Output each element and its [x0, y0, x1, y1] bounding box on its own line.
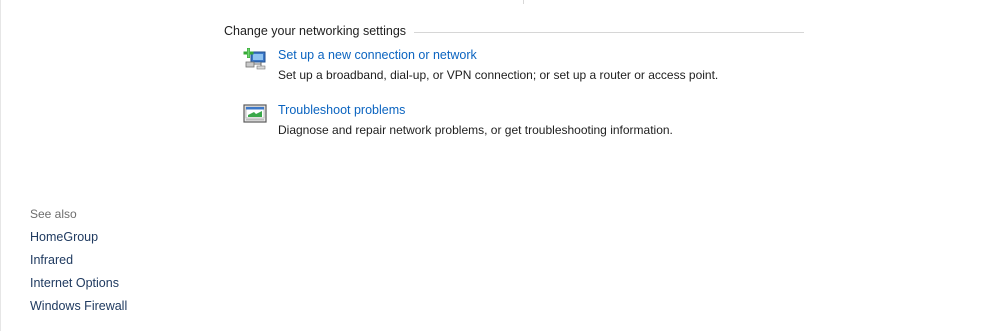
see-also-title: See also [30, 207, 77, 221]
troubleshoot-description: Diagnose and repair network problems, or… [278, 123, 673, 137]
new-connection-description: Set up a broadband, dial-up, or VPN conn… [278, 68, 719, 82]
see-also-infrared-link[interactable]: Infrared [30, 251, 127, 269]
network-sharing-window: Change your networking settings Set up a… [0, 0, 984, 331]
see-also-internet-options-link[interactable]: Internet Options [30, 274, 127, 292]
troubleshoot-link[interactable]: Troubleshoot problems [278, 101, 673, 119]
troubleshoot-icon [243, 104, 267, 123]
see-also-homegroup-link[interactable]: HomeGroup [30, 228, 127, 246]
new-connection-link[interactable]: Set up a new connection or network [278, 46, 718, 64]
section-divider [414, 31, 804, 33]
new-connection-icon [243, 48, 266, 70]
task-new-connection: Set up a new connection or network Set u… [243, 46, 718, 84]
section-header: Change your networking settings [224, 22, 804, 40]
see-also-panel: See also HomeGroup Infrared Internet Opt… [30, 205, 127, 320]
left-edge-divider [0, 0, 1, 331]
task-troubleshoot: Troubleshoot problems Diagnose and repai… [243, 101, 673, 139]
section-title: Change your networking settings [224, 24, 407, 38]
see-also-windows-firewall-link[interactable]: Windows Firewall [30, 297, 127, 315]
top-divider-tick [523, 0, 524, 4]
